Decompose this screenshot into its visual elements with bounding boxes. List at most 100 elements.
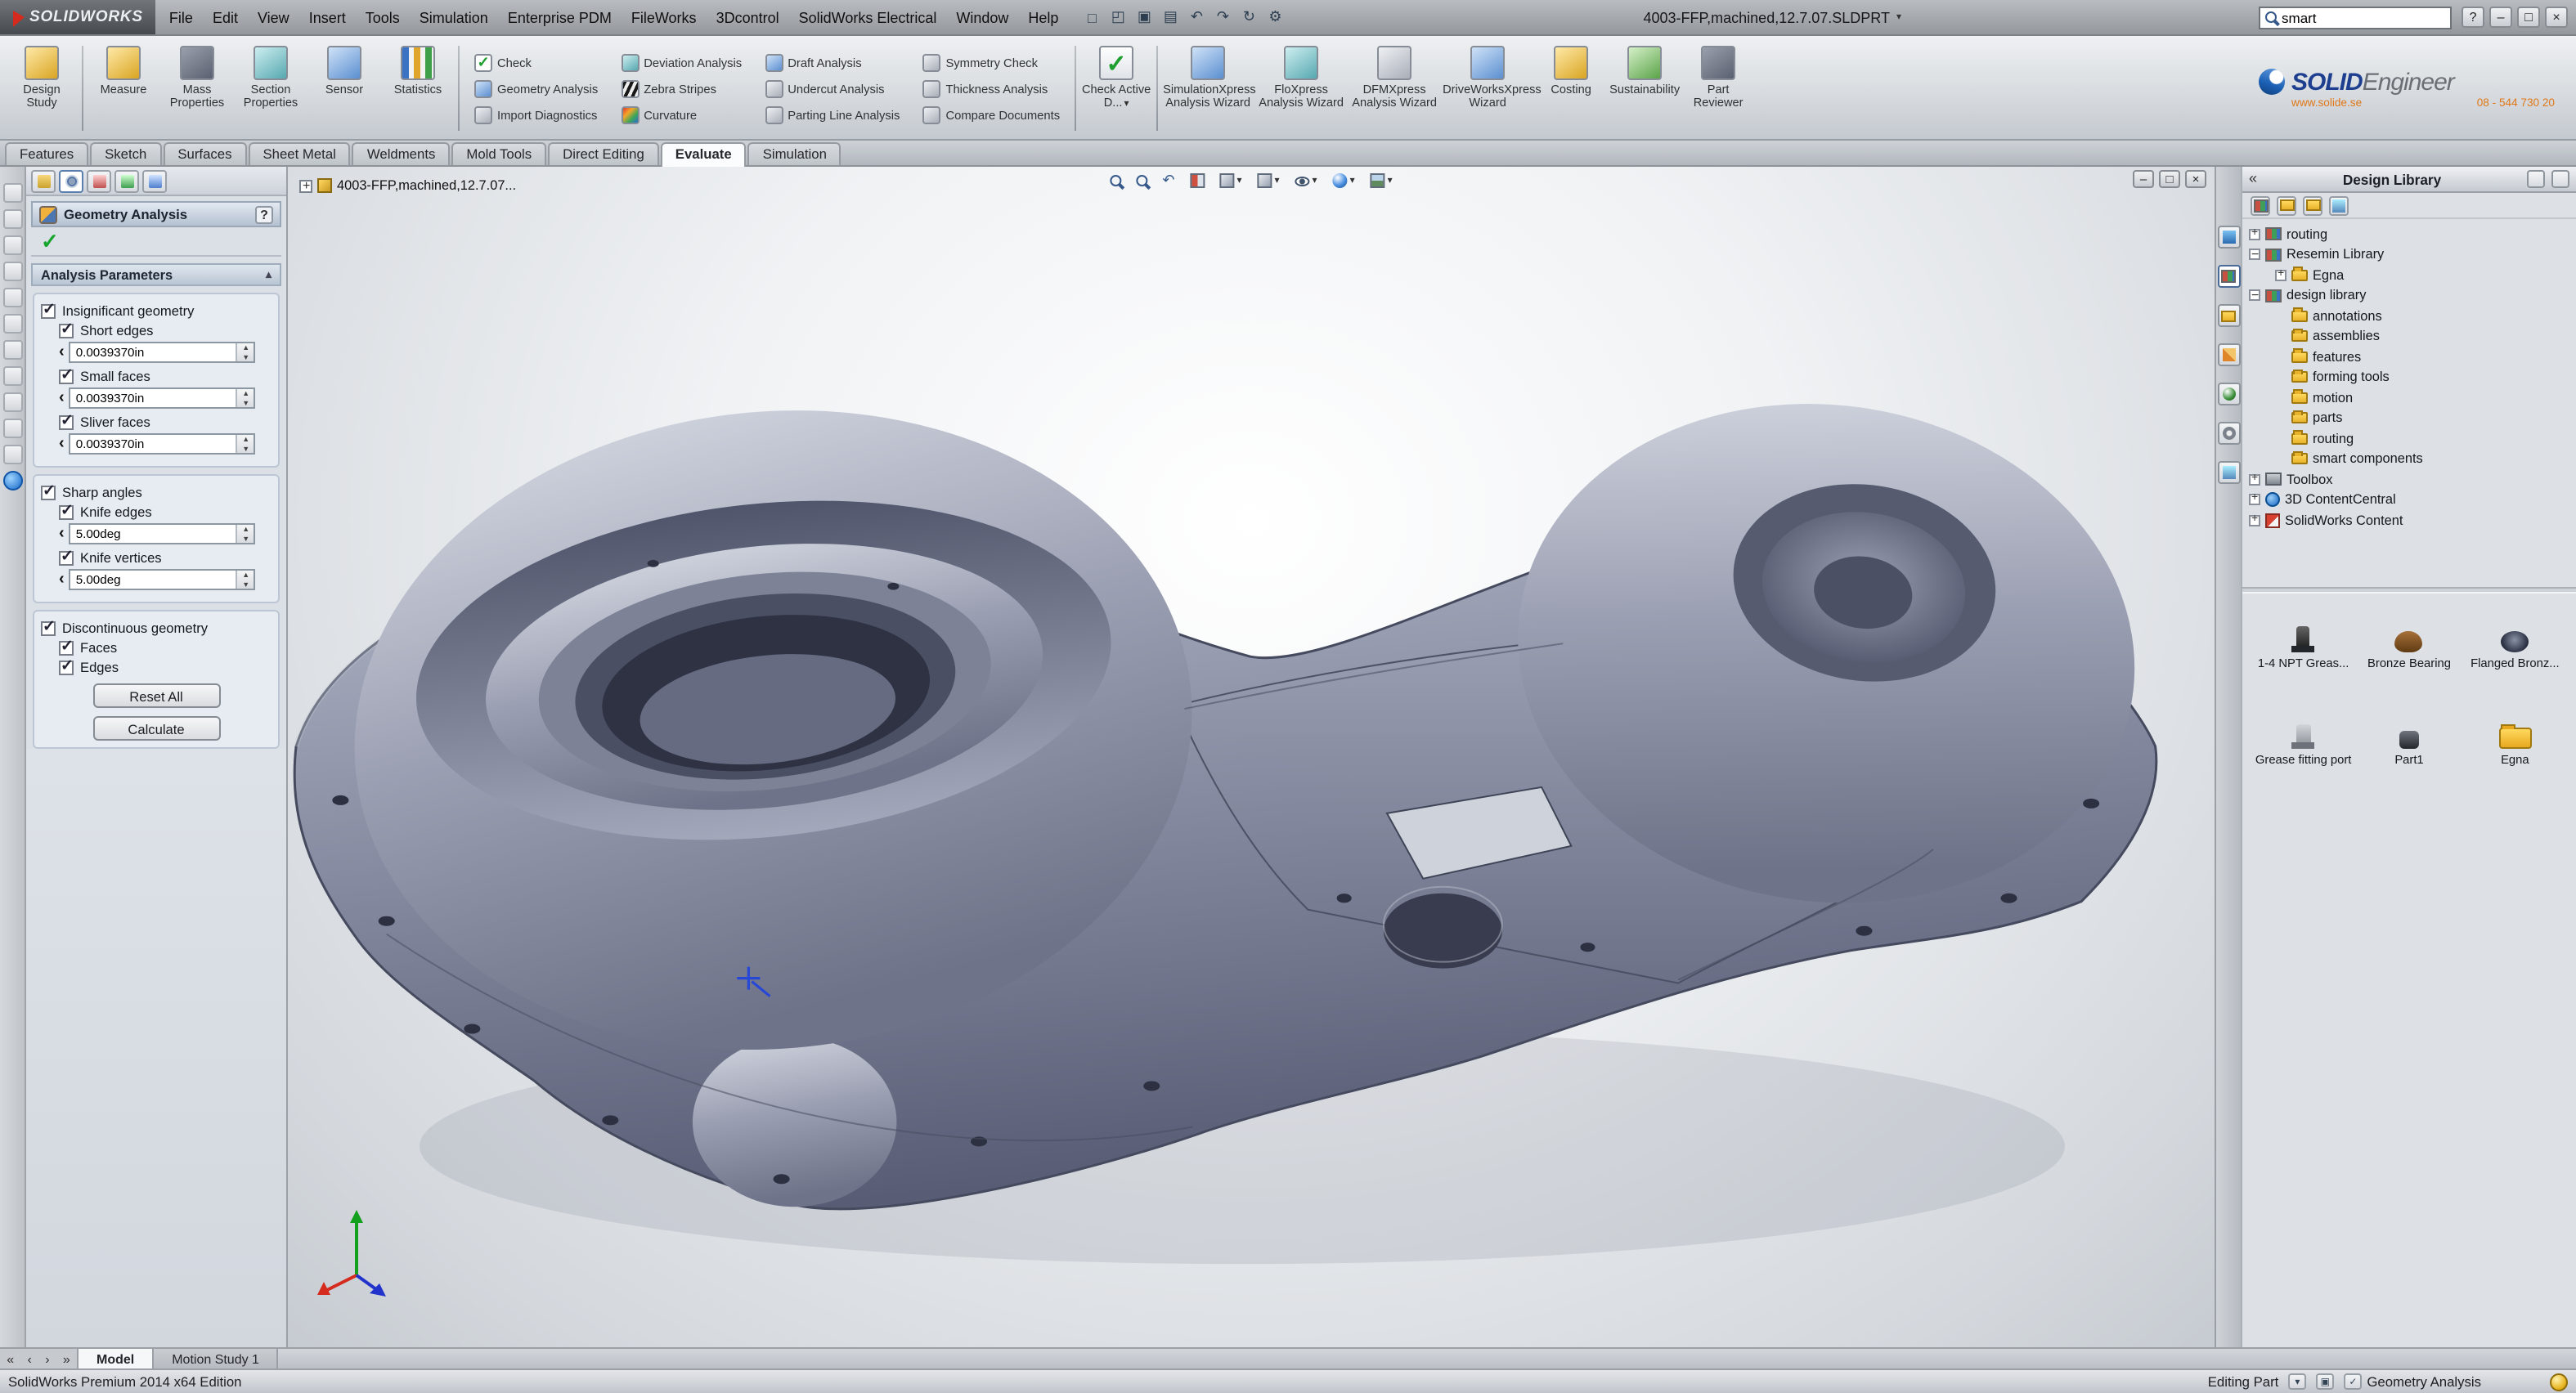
tree-item-toolbox[interactable]: Toolbox [2249,469,2573,490]
appearances-scenes-tab[interactable] [2217,383,2240,405]
compare-documents-button[interactable]: Compare Documents [918,102,1065,127]
knife-vertices-input[interactable] [71,571,236,589]
zoom-to-area-button[interactable] [1133,172,1151,190]
tree-item-3d-contentcentral[interactable]: 3D ContentCentral [2249,490,2573,510]
tab-sheet-metal[interactable]: Sheet Metal [248,142,350,165]
doc-close-button[interactable]: × [2185,170,2206,188]
menu-window[interactable]: Window [946,0,1018,34]
tab-direct-editing[interactable]: Direct Editing [548,142,659,165]
tree-item-routing-top[interactable]: routing [2249,224,2573,244]
library-item-npt-grease[interactable]: 1-4 NPT Greas... [2252,612,2354,683]
panel-help-icon[interactable]: ? [255,205,273,223]
tree-item-features[interactable]: features [2249,347,2573,367]
print-icon[interactable]: ▤ [1160,7,1181,28]
doc-minimize-button[interactable]: – [2133,170,2154,188]
menu-file[interactable]: File [159,0,203,34]
collapse-pane-icon[interactable]: « [2249,172,2257,186]
3d-model-part[interactable] [288,167,2215,1347]
expander-icon[interactable] [2249,229,2260,240]
graphics-viewport[interactable]: 4003-FFP,machined,12.7.07... ↶ – □ × [288,167,2215,1347]
collapse-arrow-icon[interactable]: ▴ [266,268,272,281]
expander-icon[interactable] [2275,270,2287,281]
symmetry-check-button[interactable]: Symmetry Check [918,50,1065,74]
left-toolbar-button-4[interactable] [2,262,22,281]
save-icon[interactable]: ▣ [1133,7,1155,28]
units-icon[interactable]: ▾ [2288,1373,2306,1390]
measure-button[interactable]: Measure [87,39,160,137]
short-edges-spinner[interactable]: ▲▼ [236,343,254,361]
draft-analysis-button[interactable]: Draft Analysis [760,50,904,74]
mass-properties-button[interactable]: Mass Properties [160,39,234,137]
tree-item-smart-components[interactable]: smart components [2249,449,2573,469]
left-toolbar-button-3[interactable] [2,235,22,255]
check-active-document-button[interactable]: ✓ Check Active D... [1079,39,1153,137]
redo-icon[interactable]: ↷ [1212,7,1233,28]
new-document-icon[interactable]: □ [1081,7,1102,28]
menu-help[interactable]: Help [1018,0,1068,34]
tab-sketch[interactable]: Sketch [90,142,161,165]
undo-icon[interactable]: ↶ [1186,7,1207,28]
tab-evaluate[interactable]: Evaluate [661,142,747,167]
sharp-angles-checkbox[interactable]: Sharp angles [41,484,272,500]
undercut-analysis-button[interactable]: Undercut Analysis [760,76,904,101]
curvature-button[interactable]: Curvature [616,102,747,127]
configuration-manager-tab[interactable] [87,169,111,192]
refresh-icon[interactable] [2329,195,2349,215]
knife-vertices-spinner[interactable]: ▲▼ [236,571,254,589]
scroll-next-icon[interactable]: › [45,1351,49,1366]
left-toolbar-button-9[interactable] [2,392,22,412]
custom-properties-tab[interactable] [2217,422,2240,445]
library-item-egna[interactable]: Egna [2464,709,2566,779]
tree-item-annotations[interactable]: annotations [2249,306,2573,326]
minimize-button[interactable]: – [2489,7,2512,28]
feature-manager-tab[interactable] [31,169,56,192]
left-toolbar-button-7[interactable] [2,340,22,360]
small-faces-field[interactable]: ▲▼ [70,387,256,409]
geometry-analysis-button[interactable]: Geometry Analysis [469,76,603,101]
driveworksxpress-wizard-button[interactable]: DriveWorksXpress Wizard [1441,39,1534,137]
zebra-stripes-button[interactable]: Zebra Stripes [616,76,747,101]
left-toolbar-button-2[interactable] [2,209,22,229]
left-toolbar-button-8[interactable] [2,366,22,386]
tab-scroll-buttons[interactable]: « ‹ › » [0,1349,79,1368]
tab-weldments[interactable]: Weldments [352,142,451,165]
edges-checkbox[interactable]: Edges [59,659,272,675]
knife-edges-spinner[interactable]: ▲▼ [236,525,254,543]
short-edges-field[interactable]: ▲▼ [70,342,256,363]
zoom-to-fit-button[interactable] [1106,172,1124,190]
menu-edit[interactable]: Edit [203,0,248,34]
tree-item-design-library[interactable]: design library [2249,285,2573,306]
sliver-faces-field[interactable]: ▲▼ [70,433,256,455]
simulationxpress-wizard-button[interactable]: SimulationXpress Analysis Wizard [1161,39,1254,137]
dfmxpress-wizard-button[interactable]: DFMXpress Analysis Wizard [1348,39,1441,137]
tab-mold-tools[interactable]: Mold Tools [451,142,546,165]
feature-tree-flyout[interactable]: 4003-FFP,machined,12.7.07... [299,178,516,193]
expander-icon[interactable] [2249,515,2260,526]
parting-line-analysis-button[interactable]: Parting Line Analysis [760,102,904,127]
knife-edges-input[interactable] [71,525,236,543]
menu-simulation[interactable]: Simulation [410,0,498,34]
close-button[interactable]: × [2545,7,2568,28]
open-icon[interactable]: ◰ [1107,7,1129,28]
model-tab[interactable]: Model [79,1349,154,1368]
tree-item-egna[interactable]: Egna [2249,265,2573,285]
statistics-button[interactable]: Statistics [381,39,455,137]
design-library-tab[interactable] [2217,265,2240,288]
pane-options-icon[interactable] [2551,170,2569,188]
scroll-prev-icon[interactable]: ‹ [27,1351,31,1366]
help-button[interactable]: ? [2462,7,2484,28]
view-palette-tab[interactable] [2217,343,2240,366]
menu-3dcontrol[interactable]: 3Dcontrol [707,0,789,34]
sliver-faces-spinner[interactable]: ▲▼ [236,435,254,453]
expander-icon[interactable] [2249,290,2260,302]
solidworks-resources-tab[interactable] [2217,226,2240,249]
library-item-flanged-bronze[interactable]: Flanged Bronz... [2464,612,2566,683]
tab-simulation[interactable]: Simulation [748,142,841,165]
display-style-button[interactable] [1254,170,1283,191]
display-manager-tab[interactable] [142,169,167,192]
tree-expander-icon[interactable] [299,179,312,192]
discontinuous-geometry-checkbox[interactable]: Discontinuous geometry [41,620,272,636]
section-view-button[interactable] [1186,170,1207,191]
reset-all-button[interactable]: Reset All [92,683,220,708]
quick-tips-icon[interactable] [2550,1373,2568,1391]
